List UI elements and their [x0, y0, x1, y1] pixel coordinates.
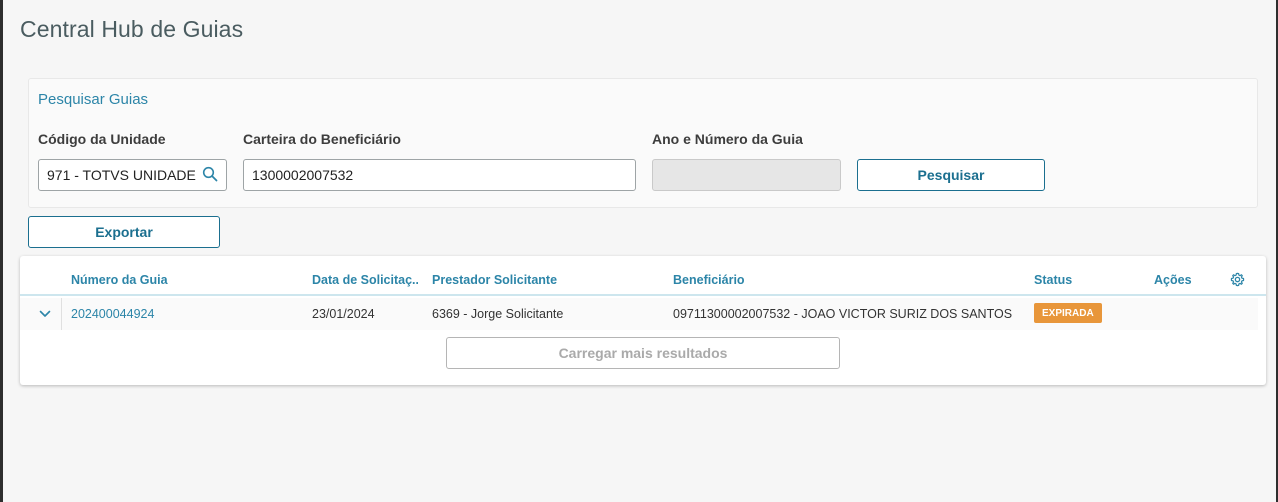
column-header-acoes: Ações: [1154, 273, 1192, 287]
search-panel: Pesquisar Guias Código da Unidade 971 - …: [28, 78, 1258, 208]
table-header: Número da Guia Data de Solicitaç... Pres…: [20, 256, 1266, 296]
guide-number-input: [652, 159, 841, 191]
window-left-edge: [0, 0, 3, 502]
column-header-beneficiario[interactable]: Beneficiário: [673, 273, 973, 287]
guide-number-link[interactable]: 202400044924: [71, 307, 154, 321]
page-title: Central Hub de Guias: [20, 16, 244, 42]
beneficiary-card-label: Carteira do Beneficiário: [243, 131, 401, 147]
column-header-prestador[interactable]: Prestador Solicitante: [432, 273, 652, 287]
beneficiary-card-value: 1300002007532: [252, 167, 354, 183]
request-date-cell: 23/01/2024: [312, 307, 375, 321]
beneficiary-card-input[interactable]: 1300002007532: [243, 159, 636, 191]
unit-code-input[interactable]: 971 - TOTVS UNIDADE: [38, 159, 227, 191]
beneficiary-cell: 09711300002007532 - JOAO VICTOR SURIZ DO…: [673, 307, 1013, 321]
status-badge: EXPIRADA: [1034, 303, 1102, 323]
column-header-numero[interactable]: Número da Guia: [71, 273, 271, 287]
load-more-button: Carregar mais resultados: [446, 337, 840, 369]
column-header-status[interactable]: Status: [1034, 273, 1134, 287]
unit-code-value: 971 - TOTVS UNIDADE: [47, 167, 196, 183]
search-panel-title: Pesquisar Guias: [38, 91, 149, 108]
search-icon[interactable]: [202, 166, 218, 182]
export-button[interactable]: Exportar: [28, 216, 220, 248]
row-expand-button[interactable]: [28, 298, 62, 330]
search-button[interactable]: Pesquisar: [857, 159, 1045, 191]
guide-number-label: Ano e Número da Guia: [652, 131, 803, 147]
column-header-data[interactable]: Data de Solicitaç...: [312, 273, 418, 287]
chevron-down-icon: [39, 310, 50, 317]
provider-cell: 6369 - Jorge Solicitante: [432, 307, 564, 321]
gear-icon[interactable]: [1230, 272, 1245, 287]
guides-table: Número da Guia Data de Solicitaç... Pres…: [20, 256, 1266, 385]
table-row[interactable]: 202400044924 23/01/2024 6369 - Jorge Sol…: [20, 298, 1258, 330]
unit-code-label: Código da Unidade: [38, 131, 166, 147]
